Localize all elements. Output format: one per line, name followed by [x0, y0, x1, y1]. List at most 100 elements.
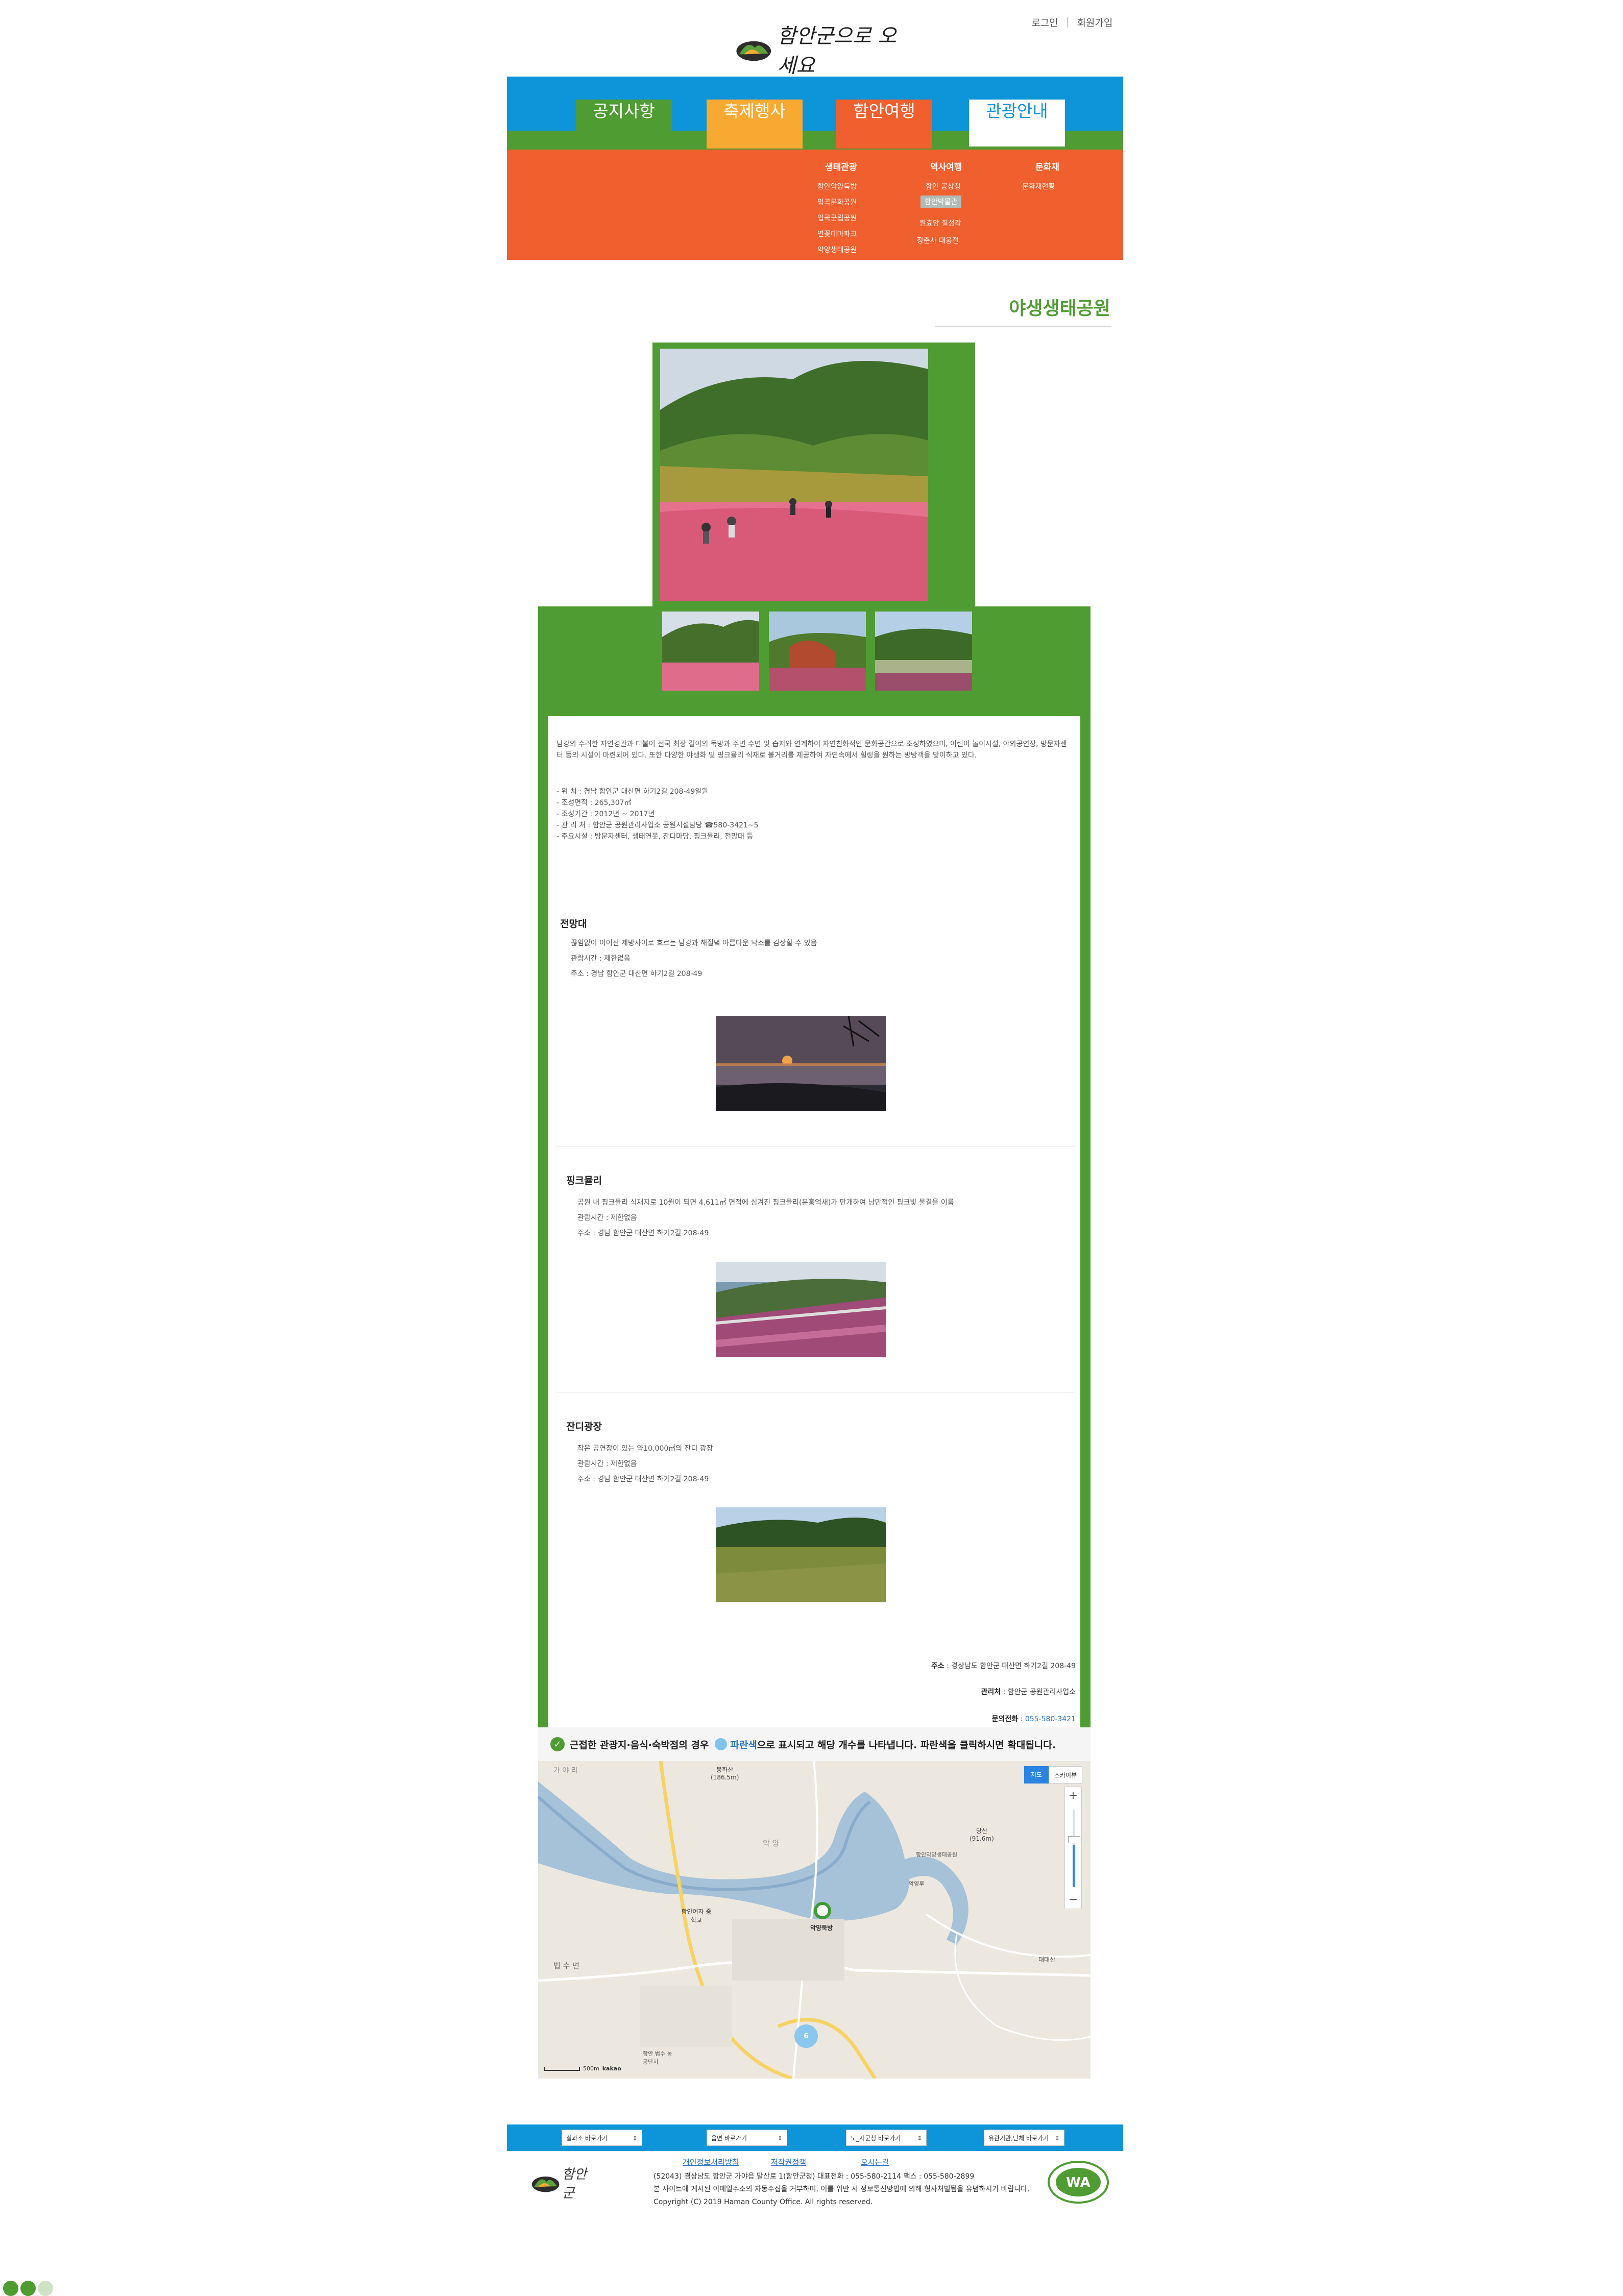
- gallery-thumbnail-3[interactable]: [875, 612, 972, 691]
- section-line: 작은 공연장이 있는 약10,000㎡의 잔디 광장: [577, 1445, 713, 1453]
- zoom-in-button[interactable]: +: [1065, 1787, 1081, 1804]
- map-type-skyview-button[interactable]: 스카이뷰: [1049, 1766, 1082, 1784]
- map-label-mountain: 당산 (91.6m): [970, 1826, 994, 1842]
- footer-logo: 함안군: [531, 2164, 592, 2201]
- select-value: 읍면 바로가기: [711, 2135, 747, 2142]
- pinkmuhly-photo: [716, 1262, 886, 1357]
- map-label: 악양루: [909, 1880, 925, 1887]
- footer-info: (52043) 경상남도 함안군 가야읍 말산로 1(함안군청) 대표전화 : …: [653, 2170, 1030, 2209]
- submenu-col1-title[interactable]: 생태관광: [825, 160, 857, 173]
- tab-tour-info[interactable]: 관광안내: [969, 100, 1065, 146]
- map-view[interactable]: 봉화산 (186.5m) 당산 (91.6m) 함안악양생태공원 악양루 악 양…: [538, 1761, 1091, 2079]
- directions-link[interactable]: 오시는길: [861, 2157, 889, 2167]
- spec-item: - 조성면적 : 265,307㎡: [556, 799, 632, 807]
- section-details: 공원 내 핑크뮬리 식재지로 10월이 되면 4,611㎡ 면적에 심겨진 핑크…: [577, 1195, 954, 1241]
- manager-label: 관리처: [981, 1688, 1001, 1696]
- address-value: 경상남도 함안군 대산면 하기2길 208-49: [951, 1662, 1076, 1670]
- select-value: 유관기관,단체 바로가기: [988, 2135, 1049, 2142]
- badge-text: WA: [1066, 2175, 1091, 2190]
- site-logo[interactable]: 함안군으로 오세요: [735, 25, 904, 78]
- page-title: 야생생태공원: [1009, 298, 1110, 319]
- prev-icon[interactable]: [3, 2281, 18, 2296]
- dropdown-arrow-icon: ⇕: [632, 2135, 638, 2142]
- submenu-item[interactable]: 문화재현황: [1022, 181, 1055, 191]
- section-title: 잔디광장: [566, 1421, 602, 1432]
- map-scale: 500m kakao: [544, 2065, 621, 2072]
- menu-icon[interactable]: [20, 2281, 36, 2296]
- map-type-map-button[interactable]: 지도: [1024, 1766, 1049, 1784]
- tab-notice[interactable]: 공지사항: [576, 100, 672, 149]
- submenu-item[interactable]: 함안악양둑방: [817, 181, 857, 191]
- tab-label: 축제행사: [723, 101, 786, 121]
- map-type-toggle: 지도 스카이뷰: [1024, 1766, 1082, 1784]
- notice-text-blue: 파란색: [730, 1739, 757, 1751]
- zoom-slider-handle[interactable]: [1068, 1836, 1080, 1843]
- footer-copyright: Copyright (C) 2019 Haman County Office. …: [653, 2198, 873, 2206]
- section-details: 작은 공연장이 있는 약10,000㎡의 잔디 광장 관람시간 : 제한없음 주…: [577, 1441, 713, 1487]
- check-icon: ✓: [550, 1737, 565, 1751]
- dept-select[interactable]: 실과소 바로가기 ⇕: [562, 2130, 642, 2146]
- zoom-track: [1073, 1810, 1075, 1887]
- spec-item: - 주요시설 : 방문자센터, 생태연못, 잔디마당, 핑크뮬리, 전망대 등: [556, 833, 754, 841]
- copyright-policy-link[interactable]: 저작권정책: [771, 2157, 806, 2167]
- org-select[interactable]: 유관기관,단체 바로가기 ⇕: [984, 2130, 1064, 2146]
- map-label: 가 야 리: [553, 1767, 578, 1775]
- tab-label: 함안여행: [853, 101, 915, 121]
- address-label: 주소: [931, 1662, 944, 1670]
- map-label: 함안악양생태공원: [916, 1851, 957, 1858]
- section-title: 핑크뮬리: [566, 1175, 602, 1186]
- tab-label: 공지사항: [593, 101, 655, 121]
- gallery-thumbnail-1[interactable]: [662, 612, 759, 691]
- submenu-item[interactable]: 원효암 칠성각: [919, 218, 961, 228]
- tab-travel[interactable]: 함안여행: [836, 100, 932, 149]
- info-phone: 문의전화 : 055-580-3421: [991, 1715, 1076, 1723]
- lawn-plaza-photo: [716, 1507, 886, 1602]
- submenu-item[interactable]: 악양생태공원: [817, 245, 857, 255]
- tab-festival[interactable]: 축제행사: [707, 100, 803, 149]
- town-select[interactable]: 읍면 바로가기 ⇕: [707, 2130, 787, 2146]
- submenu-item[interactable]: 입곡문화공원: [817, 197, 857, 207]
- zoom-level-fill: [1073, 1845, 1075, 1887]
- privacy-link[interactable]: 개인정보처리방침: [683, 2157, 739, 2167]
- submenu-item[interactable]: 함안 공상청: [926, 181, 961, 191]
- login-link[interactable]: 로그인: [1031, 15, 1058, 29]
- select-value: 실과소 바로가기: [566, 2135, 608, 2142]
- zoom-out-button[interactable]: −: [1065, 1891, 1081, 1909]
- spec-list: - 위 치 : 경남 함안군 대산면 하기2길 208-49일원 - 조성면적 …: [556, 786, 759, 842]
- tab-label: 관광안내: [986, 101, 1048, 121]
- select-value: 도_시군청 바로가기: [851, 2135, 901, 2142]
- manager-value: 함안군 공원관리사업소: [1007, 1688, 1076, 1696]
- gallery-thumbnail-2[interactable]: [769, 612, 866, 691]
- top-links: 로그인 회원가입: [1031, 15, 1112, 29]
- section-line: 주소 : 경남 함안군 대산면 하기2길 208-49: [577, 1229, 709, 1237]
- divider: [1067, 17, 1068, 28]
- submenu-item[interactable]: 입곡군립공원: [817, 213, 857, 223]
- logo-mountain-icon: [736, 41, 771, 61]
- main-photo: [660, 349, 928, 601]
- section-line: 관람시간 : 제한없음: [571, 955, 631, 963]
- submenu-item[interactable]: 장춘사 대웅전: [917, 235, 959, 246]
- location-pin-icon[interactable]: [814, 1902, 831, 1919]
- submenu-item-active[interactable]: 함안박물관: [920, 196, 962, 208]
- signup-link[interactable]: 회원가입: [1077, 15, 1112, 29]
- map-label-text: 봉화산: [716, 1766, 734, 1773]
- map-label-mountain: 봉화산 (186.5m): [711, 1765, 739, 1781]
- submenu-item[interactable]: 연꽃테마파크: [817, 229, 857, 239]
- next-icon[interactable]: [38, 2281, 53, 2296]
- dropdown-arrow-icon: ⇕: [916, 2135, 922, 2142]
- map-label: 악 양: [763, 1839, 780, 1848]
- phone-value[interactable]: 055-580-3421: [1025, 1715, 1076, 1723]
- footer-address: (52043) 경상남도 함안군 가야읍 말산로 1(함안군청) 대표전화 : …: [653, 2172, 975, 2181]
- cluster-marker[interactable]: 6: [794, 2024, 818, 2048]
- submenu-col2-title[interactable]: 역사여행: [930, 160, 962, 173]
- map-label: 함안 법수 농공단지: [643, 2050, 672, 2065]
- notice-text-b: 으로 표시되고 해당 개수를 나타냅니다. 파란색을 클릭하시면 확대됩니다.: [757, 1739, 1056, 1751]
- section-line: 관람시간 : 제한없음: [577, 1460, 637, 1468]
- submenu-col3-title[interactable]: 문화재: [1035, 160, 1059, 173]
- footer-notice: 본 사이트에 게시된 이메일주소의 자동수집을 거부하며, 이를 위반 시 정보…: [653, 2185, 1030, 2193]
- footer-logo-text: 함안군: [562, 2167, 587, 2201]
- city-select[interactable]: 도_시군청 바로가기 ⇕: [846, 2130, 927, 2146]
- info-address: 주소 : 경상남도 함안군 대산면 하기2길 208-49: [931, 1662, 1076, 1670]
- title-underline: [935, 326, 1111, 327]
- spec-item: - 관 리 처 : 함안군 공원관리사업소 공원시설담당 ☎580-3421~5: [556, 821, 759, 829]
